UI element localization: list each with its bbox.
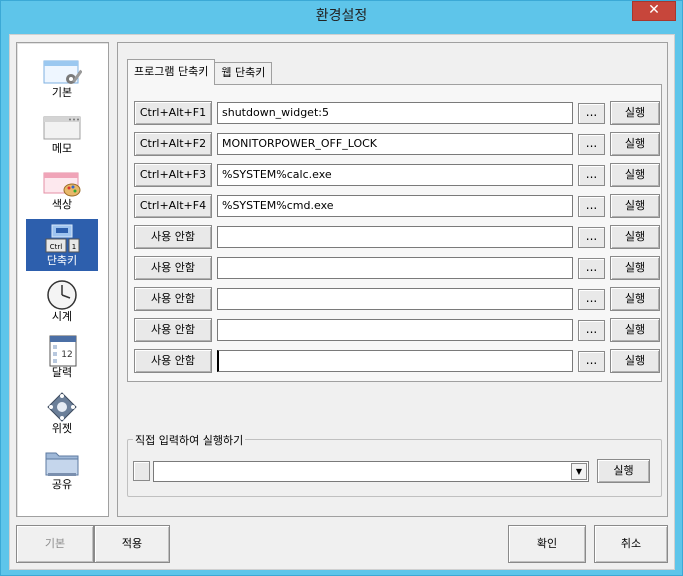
widget-icon bbox=[47, 392, 77, 422]
run-button[interactable]: 실행 bbox=[610, 194, 660, 218]
apply-button[interactable]: 적용 bbox=[94, 525, 170, 563]
shared-folder-icon bbox=[45, 452, 79, 476]
browse-button[interactable]: ... bbox=[578, 165, 605, 186]
ok-button[interactable]: 확인 bbox=[508, 525, 586, 563]
sidebar-item-widget[interactable]: 위젯 bbox=[26, 387, 98, 439]
shortcut-row: 사용 안함 ... 실행 bbox=[134, 225, 662, 249]
shortcut-list: Ctrl+Alt+F1 shutdown_widget:5 ... 실행 Ctr… bbox=[127, 84, 662, 382]
default-button[interactable]: 기본 bbox=[16, 525, 94, 563]
direct-run-button[interactable]: 실행 bbox=[597, 459, 650, 483]
tab-web-shortcut[interactable]: 웹 단축키 bbox=[214, 62, 273, 84]
sidebar-item-label: 위젯 bbox=[51, 422, 73, 435]
tab-bar: 프로그램 단축키 웹 단축키 bbox=[127, 59, 273, 85]
sidebar-item-label: 기본 bbox=[51, 86, 73, 99]
command-input[interactable]: %SYSTEM%calc.exe bbox=[217, 164, 573, 186]
run-button[interactable]: 실행 bbox=[610, 256, 660, 280]
sidebar-item-label: 색상 bbox=[51, 198, 73, 211]
shortcut-key-button[interactable]: Ctrl+Alt+F4 bbox=[134, 194, 212, 218]
command-input[interactable] bbox=[217, 319, 573, 341]
sidebar-item-memo[interactable]: 메모 bbox=[26, 107, 98, 159]
direct-run-title: 직접 입력하여 실행하기 bbox=[133, 432, 246, 448]
sidebar-item-label: 달력 bbox=[51, 366, 73, 379]
settings-sidebar: 기본 메모 색상 Ctrl 1 단축키 시계 12 달력 위젯 공유 bbox=[16, 42, 109, 517]
direct-run-history-button[interactable] bbox=[133, 461, 150, 481]
command-input[interactable]: shutdown_widget:5 bbox=[217, 102, 573, 124]
window-settings-icon bbox=[43, 60, 82, 84]
window-memo-icon bbox=[43, 116, 81, 140]
tab-program-shortcut[interactable]: 프로그램 단축키 bbox=[127, 59, 216, 85]
browse-button[interactable]: ... bbox=[578, 134, 605, 155]
sidebar-item-shortcut[interactable]: Ctrl 1 단축키 bbox=[26, 219, 98, 271]
sidebar-item-share[interactable]: 공유 bbox=[26, 443, 98, 495]
command-input[interactable] bbox=[217, 350, 573, 372]
browse-button[interactable]: ... bbox=[578, 320, 605, 341]
sidebar-item-label: 메모 bbox=[51, 142, 73, 155]
close-button[interactable]: ✕ bbox=[632, 1, 676, 21]
command-input[interactable] bbox=[217, 288, 573, 310]
clock-icon bbox=[47, 280, 77, 310]
shortcut-row: 사용 안함 ... 실행 bbox=[134, 349, 662, 373]
sidebar-item-basic[interactable]: 기본 bbox=[26, 51, 98, 103]
settings-window: 환경설정 ✕ 기본 메모 색상 Ctrl 1 단축키 시계 12 달력 위젯 공… bbox=[0, 0, 683, 576]
shortcut-row: Ctrl+Alt+F1 shutdown_widget:5 ... 실행 bbox=[134, 101, 662, 125]
run-button[interactable]: 실행 bbox=[610, 101, 660, 125]
window-title: 환경설정 bbox=[315, 8, 368, 24]
shortcut-key-button[interactable]: Ctrl+Alt+F2 bbox=[134, 132, 212, 156]
close-icon: ✕ bbox=[648, 2, 660, 18]
shortcut-key-button[interactable]: Ctrl+Alt+F1 bbox=[134, 101, 212, 125]
browse-button[interactable]: ... bbox=[578, 196, 605, 217]
shortcut-panel: 프로그램 단축키 웹 단축키 Ctrl+Alt+F1 shutdown_widg… bbox=[117, 42, 668, 517]
command-input[interactable] bbox=[217, 226, 573, 248]
browse-button[interactable]: ... bbox=[578, 351, 605, 372]
number-key-label: 1 bbox=[72, 243, 76, 251]
shortcut-row: Ctrl+Alt+F2 MONITORPOWER_OFF_LOCK ... 실행 bbox=[134, 132, 662, 156]
run-button[interactable]: 실행 bbox=[610, 287, 660, 311]
keyboard-shortcut-icon: Ctrl 1 bbox=[45, 224, 80, 253]
run-button[interactable]: 실행 bbox=[610, 349, 660, 373]
shortcut-key-button[interactable]: 사용 안함 bbox=[134, 225, 212, 249]
cancel-button[interactable]: 취소 bbox=[594, 525, 668, 563]
dialog-body: 기본 메모 색상 Ctrl 1 단축키 시계 12 달력 위젯 공유 프로그램 … bbox=[9, 34, 675, 570]
chevron-down-icon[interactable]: ▼ bbox=[571, 463, 587, 480]
sidebar-item-label: 시계 bbox=[51, 310, 73, 323]
command-input[interactable]: %SYSTEM%cmd.exe bbox=[217, 195, 573, 217]
run-button[interactable]: 실행 bbox=[610, 318, 660, 342]
sidebar-item-label: 공유 bbox=[51, 478, 73, 491]
direct-run-combobox[interactable]: ▼ bbox=[153, 461, 589, 482]
browse-button[interactable]: ... bbox=[578, 258, 605, 279]
shortcut-key-button[interactable]: 사용 안함 bbox=[134, 256, 212, 280]
run-button[interactable]: 실행 bbox=[610, 163, 660, 187]
calendar-day-number: 12 bbox=[61, 350, 72, 360]
shortcut-row: Ctrl+Alt+F4 %SYSTEM%cmd.exe ... 실행 bbox=[134, 194, 662, 218]
shortcut-row: 사용 안함 ... 실행 bbox=[134, 256, 662, 280]
sidebar-item-color[interactable]: 색상 bbox=[26, 163, 98, 215]
calendar-icon: 12 bbox=[49, 335, 77, 367]
shortcut-key-button[interactable]: 사용 안함 bbox=[134, 349, 212, 373]
shortcut-row: Ctrl+Alt+F3 %SYSTEM%calc.exe ... 실행 bbox=[134, 163, 662, 187]
sidebar-item-clock[interactable]: 시계 bbox=[26, 275, 98, 327]
shortcut-row: 사용 안함 ... 실행 bbox=[134, 318, 662, 342]
command-input[interactable] bbox=[217, 257, 573, 279]
direct-run-group: 직접 입력하여 실행하기 ▼ 실행 bbox=[127, 432, 662, 497]
run-button[interactable]: 실행 bbox=[610, 132, 660, 156]
palette-icon bbox=[43, 172, 81, 197]
shortcut-row: 사용 안함 ... 실행 bbox=[134, 287, 662, 311]
browse-button[interactable]: ... bbox=[578, 289, 605, 310]
browse-button[interactable]: ... bbox=[578, 103, 605, 124]
run-button[interactable]: 실행 bbox=[610, 225, 660, 249]
browse-button[interactable]: ... bbox=[578, 227, 605, 248]
shortcut-key-button[interactable]: 사용 안함 bbox=[134, 318, 212, 342]
command-input[interactable]: MONITORPOWER_OFF_LOCK bbox=[217, 133, 573, 155]
sidebar-item-calendar[interactable]: 12 달력 bbox=[26, 331, 98, 383]
ctrl-key-label: Ctrl bbox=[50, 243, 63, 251]
shortcut-key-button[interactable]: 사용 안함 bbox=[134, 287, 212, 311]
sidebar-item-label: 단축키 bbox=[46, 254, 78, 267]
shortcut-key-button[interactable]: Ctrl+Alt+F3 bbox=[134, 163, 212, 187]
